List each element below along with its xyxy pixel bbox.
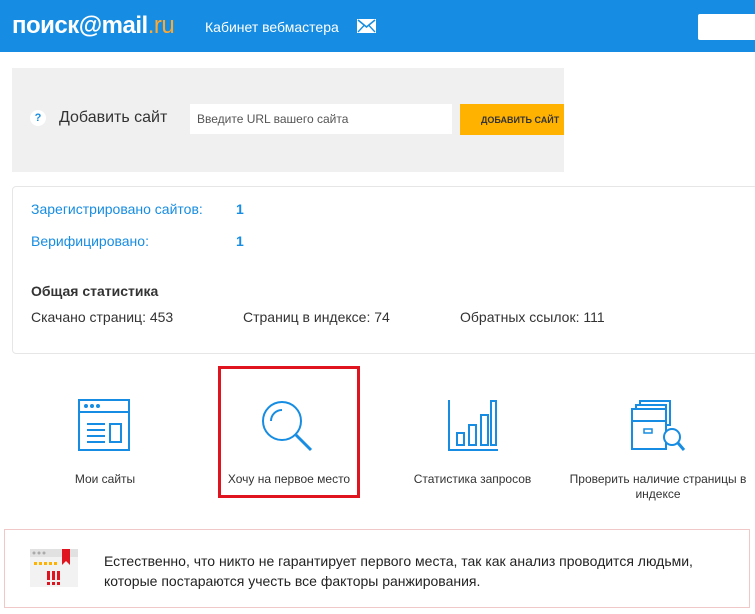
stats-panel: Зарегистрировано сайтов: 1 Верифицирован… — [12, 186, 755, 354]
verified-sites-link[interactable]: Верифицировано: — [31, 233, 149, 249]
warning-window-icon — [30, 549, 78, 587]
logo-main: поиск@mail — [12, 12, 148, 39]
webmaster-cabinet-link[interactable]: Кабинет вебмастера — [205, 19, 339, 35]
tile-check-index[interactable]: Проверить наличие страницы в индексе — [563, 366, 753, 502]
downloaded-pages: Скачано страниц: 453 — [31, 309, 174, 325]
add-site-panel: ? Добавить сайт Добавить сайт — [12, 68, 564, 172]
documents-search-icon — [631, 400, 686, 451]
tile-my-sites-label: Мои сайты — [74, 472, 136, 486]
general-stats-title: Общая статистика — [31, 283, 159, 299]
tile-my-sites[interactable]: Мои сайты — [40, 366, 170, 496]
site-url-input[interactable] — [190, 104, 452, 134]
tile-query-stats[interactable]: Статистика запросов — [405, 366, 540, 496]
registered-sites-count: 1 — [236, 201, 244, 217]
logo-suffix: .ru — [147, 12, 175, 39]
verified-sites-count: 1 — [236, 233, 244, 249]
notice-text: Естественно, что никто не гарантирует пе… — [104, 553, 693, 589]
tile-check-index-label: Проверить наличие страницы в индексе — [569, 472, 747, 501]
top-search-input[interactable] — [698, 14, 755, 40]
tile-query-stats-label: Статистика запросов — [413, 472, 532, 486]
add-site-label: Добавить сайт — [59, 109, 168, 126]
logo[interactable]: поиск@mail.ru — [12, 12, 175, 40]
backlinks-count: Обратных ссылок: 111 — [460, 309, 605, 325]
notice-box: Естественно, что никто не гарантирует пе… — [4, 529, 750, 608]
highlight-frame — [218, 366, 360, 498]
add-site-button[interactable]: Добавить сайт — [460, 104, 564, 135]
help-icon[interactable]: ? — [30, 110, 46, 126]
registered-sites-link[interactable]: Зарегистрировано сайтов: — [31, 201, 203, 217]
top-bar: поиск@mail.ru Кабинет вебмастера — [0, 0, 755, 52]
envelope-icon[interactable] — [357, 19, 376, 38]
browser-window-icon — [78, 399, 130, 451]
indexed-pages: Страниц в индексе: 74 — [243, 309, 390, 325]
bar-chart-icon — [448, 400, 498, 451]
